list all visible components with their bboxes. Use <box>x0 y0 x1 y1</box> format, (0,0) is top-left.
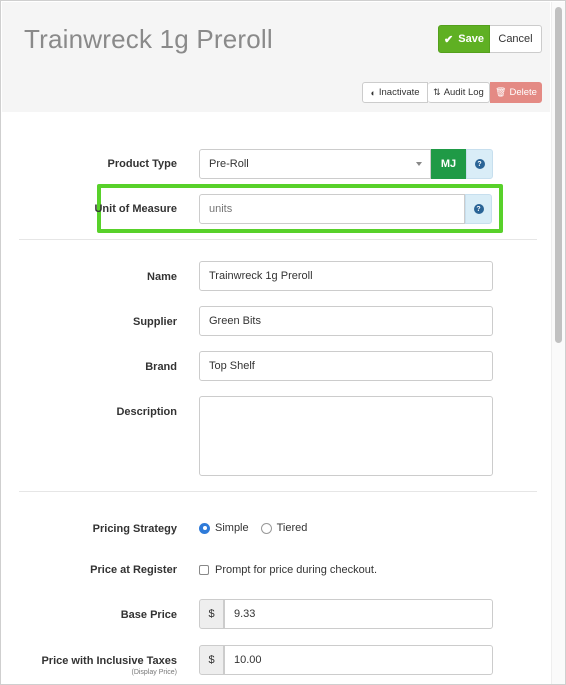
brand-value: Top Shelf <box>209 360 255 372</box>
delete-button[interactable]: 🗑 Delete <box>490 82 542 103</box>
radio-simple-label[interactable]: Simple <box>215 522 249 534</box>
product-edit-window: Trainwreck 1g Preroll ✔ Save Cancel ◐ In… <box>0 0 566 685</box>
name-label: Name <box>147 271 177 283</box>
currency-addon: $ <box>199 645 224 675</box>
section-divider <box>19 239 537 240</box>
product-type-select[interactable]: Pre-Roll <box>199 149 431 179</box>
unit-of-measure-input[interactable] <box>199 194 465 224</box>
brand-label: Brand <box>145 361 177 373</box>
help-icon: ? <box>474 159 485 169</box>
radio-tiered[interactable] <box>260 522 272 534</box>
name-value: Trainwreck 1g Preroll <box>209 270 313 282</box>
price-inclusive-value: 10.00 <box>234 654 262 666</box>
base-price-value: 9.33 <box>234 608 256 620</box>
supplier-input[interactable]: Green Bits <box>199 306 493 336</box>
pricing-strategy-label: Pricing Strategy <box>92 523 177 535</box>
toggle-icon: ◐ <box>370 87 376 98</box>
section-divider <box>19 491 537 492</box>
supplier-label: Supplier <box>132 316 177 328</box>
mj-button[interactable]: MJ <box>431 149 466 179</box>
cancel-button[interactable]: Cancel <box>490 25 542 53</box>
prompt-price-checkbox-row: Prompt for price during checkout. <box>199 564 377 576</box>
save-button[interactable]: ✔ Save <box>438 25 490 53</box>
display-price-sublabel: (Display Price) <box>131 669 177 676</box>
save-label: Save <box>458 33 484 45</box>
pricing-strategy-radio-group: Simple Tiered <box>199 522 319 534</box>
inactivate-label: Inactivate <box>378 87 420 98</box>
price-inclusive-label: Price with Inclusive Taxes <box>41 655 177 667</box>
description-label: Description <box>116 406 177 418</box>
price-at-register-label: Price at Register <box>90 564 177 576</box>
brand-input[interactable]: Top Shelf <box>199 351 493 381</box>
prompt-price-checkbox[interactable] <box>199 565 209 575</box>
checkmark-icon: ✔ <box>444 33 454 46</box>
audit-log-button[interactable]: ⇅ Audit Log <box>428 82 490 103</box>
prompt-price-label[interactable]: Prompt for price during checkout. <box>215 564 377 576</box>
name-input[interactable]: Trainwreck 1g Preroll <box>199 261 493 291</box>
page-title: Trainwreck 1g Preroll <box>24 24 273 54</box>
base-price-input[interactable]: 9.33 <box>224 599 493 629</box>
scrollbar-thumb[interactable] <box>555 7 562 343</box>
unit-of-measure-help-button[interactable]: ? <box>465 194 492 224</box>
unit-of-measure-label: Unit of Measure <box>94 203 177 215</box>
chevron-down-icon <box>416 162 422 166</box>
trash-icon: 🗑 <box>495 87 507 97</box>
product-type-value: Pre-Roll <box>209 158 249 170</box>
description-textarea[interactable] <box>199 396 493 476</box>
help-icon: ? <box>473 204 484 214</box>
radio-simple[interactable] <box>199 522 210 534</box>
currency-addon: $ <box>199 599 224 629</box>
sort-icon: ⇅ <box>433 87 441 97</box>
radio-tiered-label[interactable]: Tiered <box>277 522 308 534</box>
product-type-help-button[interactable]: ? <box>466 149 493 179</box>
supplier-value: Green Bits <box>209 315 261 327</box>
base-price-label: Base Price <box>120 609 177 621</box>
inactivate-button[interactable]: ◐ Inactivate <box>362 82 428 103</box>
delete-label: Delete <box>509 87 537 98</box>
product-type-label: Product Type <box>107 158 177 170</box>
audit-log-label: Audit Log <box>443 87 484 98</box>
price-inclusive-input[interactable]: 10.00 <box>224 645 493 675</box>
